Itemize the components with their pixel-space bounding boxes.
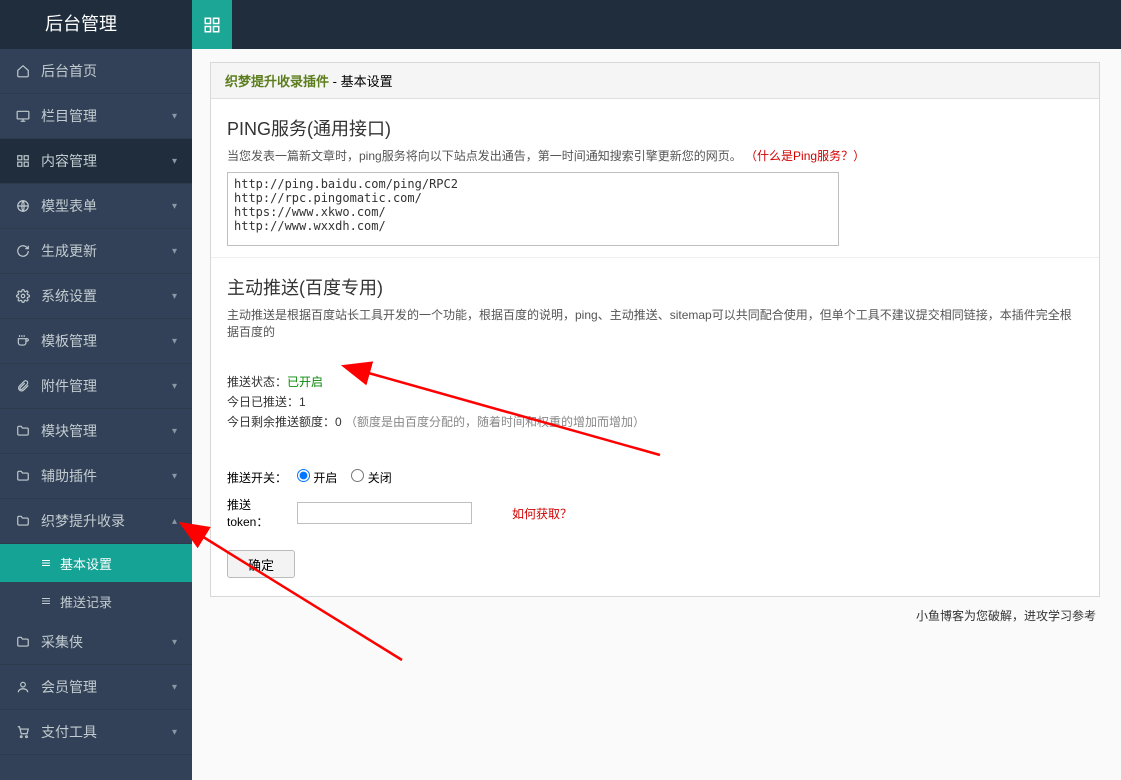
push-status-row: 推送状态：已开启 [227,373,1083,390]
folder-icon [15,513,31,529]
sidebar-item-label: 采集侠 [41,632,172,652]
sidebar: 后台首页 栏目管理 ▾ 内容管理 ▾ 模型表单 ▾ 生成更新 ▾ [0,0,192,780]
sidebar-item-label: 系统设置 [41,286,172,306]
sidebar-item-label: 会员管理 [41,677,172,697]
section1-desc: 当您发表一篇新文章时，ping服务将向以下站点发出通告，第一时间通知搜索引擎更新… [227,147,1083,164]
main-content: 织梦提升收录插件 - 基本设置 PING服务(通用接口) 当您发表一篇新文章时，… [192,0,1121,780]
chevron-icon: ▾ [172,471,177,482]
today-pushed-row: 今日已推送：1 [227,393,1083,410]
folder-icon [15,423,31,439]
push-status-value: 已开启 [287,375,323,389]
breadcrumb-b: 基本设置 [341,74,393,89]
chevron-icon: ▾ [172,291,177,302]
clip-icon [15,378,31,394]
grid-icon [15,153,31,169]
user-icon [15,679,31,695]
section2-title: 主动推送(百度专用) [227,274,1083,300]
today-pushed-value: 1 [299,395,306,409]
app-grid-icon[interactable] [192,0,232,49]
sidebar-item-label: 模板管理 [41,331,172,351]
remain-value: 0 [335,415,342,429]
footer-note: 小鱼博客为您破解，进攻学习参考 [210,597,1100,624]
sidebar-item-label: 模块管理 [41,421,172,441]
sidebar-item-label: 辅助插件 [41,466,172,486]
chevron-icon: ▾ [172,682,177,693]
chevron-icon: ▾ [172,156,177,167]
brand-title: 后台管理 [0,0,192,49]
home-icon [15,63,31,79]
chevron-icon: ▾ [172,246,177,257]
chevron-icon: ▴ [172,516,177,527]
sidebar-item-12[interactable]: 会员管理 ▾ [0,665,192,710]
chevron-icon: ▾ [172,727,177,738]
cup-icon [15,333,31,349]
token-label: 推送token： [227,496,297,530]
section1-title: PING服务(通用接口) [227,115,1083,141]
sidebar-item-label: 织梦提升收录 [41,511,172,531]
sidebar-item-6[interactable]: 模板管理 ▾ [0,319,192,364]
sidebar-item-11[interactable]: 采集侠 ▾ [0,620,192,665]
sidebar-item-13[interactable]: 支付工具 ▾ [0,710,192,755]
sidebar-item-label: 生成更新 [41,241,172,261]
breadcrumb-sep: - [329,74,341,89]
lines-icon [40,595,52,607]
token-help-link[interactable]: 如何获取？ [512,505,572,522]
sidebar-item-0[interactable]: 后台首页 [0,49,192,94]
folder-icon [15,468,31,484]
breadcrumb: 织梦提升收录插件 - 基本设置 [211,63,1099,99]
sidebar-item-label: 支付工具 [41,722,172,742]
sidebar-item-label: 内容管理 [41,151,172,171]
gear-icon [15,288,31,304]
refresh-icon [15,243,31,259]
switch-on-option[interactable]: 开启 [297,469,337,486]
chevron-icon: ▾ [172,381,177,392]
remain-hint: （额度是由百度分配的，随着时间和权重的增加而增加） [345,415,645,429]
confirm-button[interactable]: 确定 [227,550,295,578]
ping-urls-textarea[interactable] [227,172,839,246]
chevron-icon: ▾ [172,336,177,347]
sidebar-item-9[interactable]: 辅助插件 ▾ [0,454,192,499]
cart-icon [15,724,31,740]
breadcrumb-a: 织梦提升收录插件 [225,74,329,89]
folder-icon [15,634,31,650]
desktop-icon [15,108,31,124]
section2-desc: 主动推送是根据百度站长工具开发的一个功能，根据百度的说明，ping、主动推送、s… [227,306,1083,340]
sidebar-item-5[interactable]: 系统设置 ▾ [0,274,192,319]
sidebar-subitem-10-1[interactable]: 推送记录 [0,582,192,620]
switch-off-option[interactable]: 关闭 [351,469,391,486]
remain-row: 今日剩余推送额度：0 （额度是由百度分配的，随着时间和权重的增加而增加） [227,413,1083,430]
sidebar-item-label: 栏目管理 [41,106,172,126]
globe-icon [15,198,31,214]
sidebar-item-3[interactable]: 模型表单 ▾ [0,184,192,229]
sidebar-item-10[interactable]: 织梦提升收录 ▴ [0,499,192,544]
sidebar-item-2[interactable]: 内容管理 ▾ [0,139,192,184]
sidebar-item-8[interactable]: 模块管理 ▾ [0,409,192,454]
chevron-icon: ▾ [172,111,177,122]
subitem-label: 推送记录 [60,592,112,611]
switch-label: 推送开关： [227,469,297,486]
sidebar-item-4[interactable]: 生成更新 ▾ [0,229,192,274]
lines-icon [40,557,52,569]
chevron-icon: ▾ [172,426,177,437]
chevron-icon: ▾ [172,637,177,648]
sidebar-item-label: 模型表单 [41,196,172,216]
ping-help-link[interactable]: （什么是Ping服务？） [745,149,865,163]
sidebar-item-label: 附件管理 [41,376,172,396]
subitem-label: 基本设置 [60,554,112,573]
chevron-icon: ▾ [172,201,177,212]
token-input[interactable] [297,502,472,524]
sidebar-item-label: 后台首页 [41,61,177,81]
sidebar-subitem-10-0[interactable]: 基本设置 [0,544,192,582]
sidebar-item-7[interactable]: 附件管理 ▾ [0,364,192,409]
sidebar-item-1[interactable]: 栏目管理 ▾ [0,94,192,139]
